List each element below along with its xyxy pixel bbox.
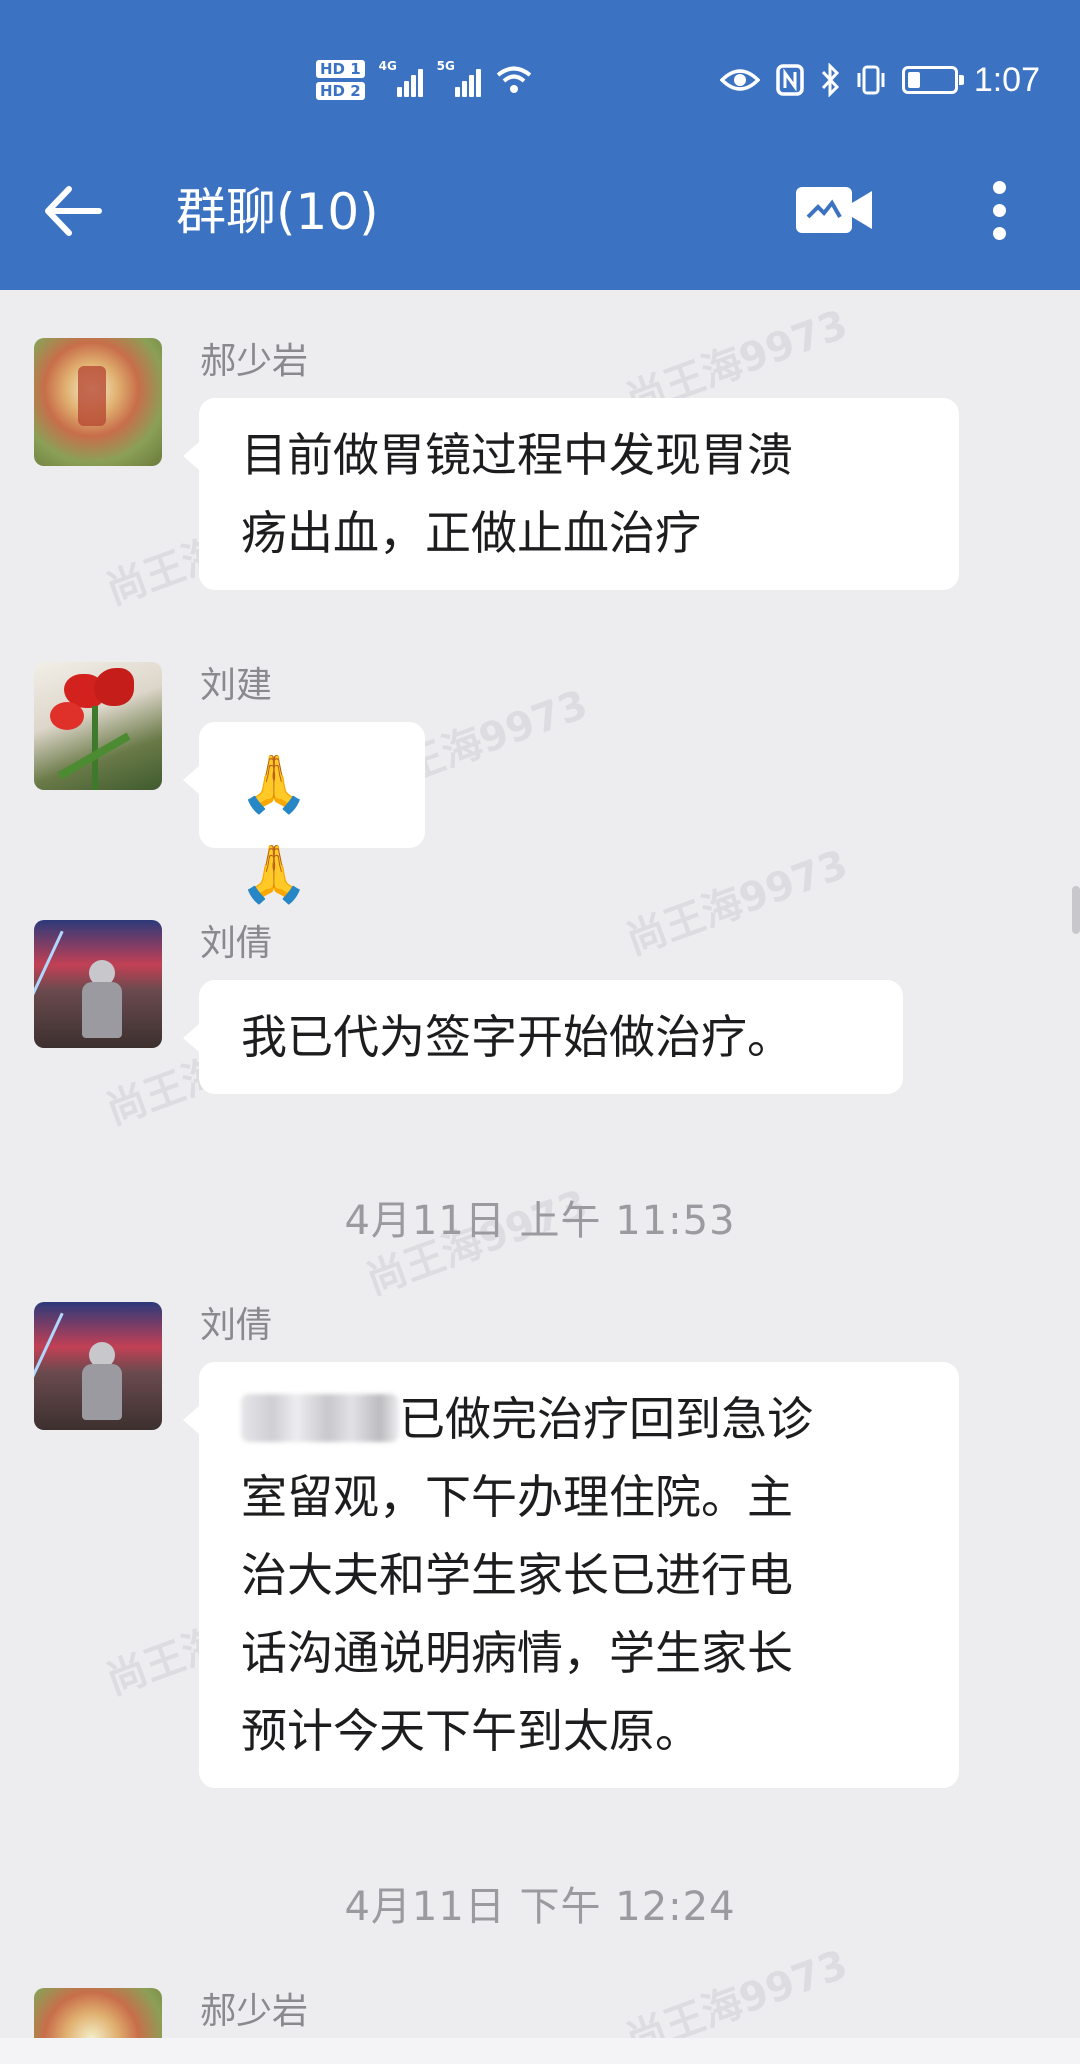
message-item: 郝少岩 目前做胃镜过程中发现胃溃 疡出血，正做止血治疗 [34,338,959,598]
signal-5g-icon: 5G [437,59,481,97]
message-line: 预计今天下午到太原。 [241,1704,701,1758]
hd2-label: HD 2 [316,82,365,100]
message-bubble[interactable]: 已做完治疗回到急诊 室留观，下午办理住院。主 治大夫和学生家长已进行电 话沟通说… [183,1362,959,1788]
chat-list[interactable]: 尚王海9973 尚王海9973 尚王海9973 尚王海9973 尚王海9973 … [0,290,1080,2064]
message-bubble[interactable]: 目前做胃镜过程中发现胃溃 疡出血，正做止血治疗 [183,398,959,590]
sender-name: 郝少岩 [200,341,309,382]
app-header: HD 1 HD 2 4G 5G 1:07 群聊(10) [0,0,1080,290]
hd1-label: HD 1 [316,60,365,78]
vibrate-icon [857,65,885,95]
input-bar-edge [0,2038,1080,2064]
page-title: 群聊(10) [176,183,379,241]
scrollbar-thumb[interactable] [1072,886,1080,934]
more-menu-button[interactable] [966,170,1032,250]
message-line: 已做完治疗回到急诊 [399,1392,813,1446]
nfc-icon [776,64,804,96]
bluetooth-icon [821,63,839,97]
avatar[interactable] [34,338,162,466]
message-item: 刘倩 我已代为签字开始做治疗。 [34,920,934,1120]
message-line: 我已代为签字开始做治疗。 [241,1010,793,1064]
net1-label: 4G [378,59,397,73]
sender-name: 刘倩 [200,1305,273,1346]
more-vertical-icon [992,180,1006,194]
redacted-name [241,1393,399,1442]
message-bubble[interactable]: 🙏🙏 [183,722,425,907]
video-call-button[interactable] [790,180,880,240]
message-item: 刘倩 已做完治疗回到急诊 室留观，下午办理住院。主 治大夫和学生家长已进行电 话… [34,1302,959,1802]
hd-icon: HD 1 HD 2 [316,60,365,100]
message-bubble[interactable]: 我已代为签字开始做治疗。 [183,980,903,1094]
status-time: 1:07 [973,60,1040,99]
message-item: 刘建 🙏🙏 [34,662,934,907]
sender-name: 刘建 [200,665,273,706]
message-line: 疡出血，正做止血治疗 [241,506,701,560]
sender-name: 郝少岩 [200,1991,309,2032]
emoji-content: 🙏🙏 [239,752,315,907]
message-line: 治大夫和学生家长已进行电 [241,1548,793,1602]
status-bar-left: HD 1 HD 2 4G 5G [316,50,533,110]
battery-icon [901,66,964,94]
timestamp: 4月11日 下午 12:24 [344,1884,736,1930]
eye-icon [719,69,760,91]
back-button[interactable] [38,176,108,246]
sender-name: 刘倩 [200,923,273,964]
video-camera-icon [796,187,872,233]
arrow-left-icon [45,186,102,236]
wifi-icon [496,66,531,93]
message-line: 室留观，下午办理住院。主 [241,1470,793,1524]
signal-4g-icon: 4G [379,59,423,97]
message-line: 话沟通说明病情，学生家长 [241,1626,793,1680]
status-bar-right: 1:07 [719,50,1040,110]
net2-label: 5G [436,59,455,73]
timestamp: 4月11日 上午 11:53 [344,1198,736,1244]
avatar[interactable] [34,1302,162,1430]
avatar[interactable] [34,920,162,1048]
message-line: 目前做胃镜过程中发现胃溃 [241,428,793,482]
avatar[interactable] [34,662,162,790]
